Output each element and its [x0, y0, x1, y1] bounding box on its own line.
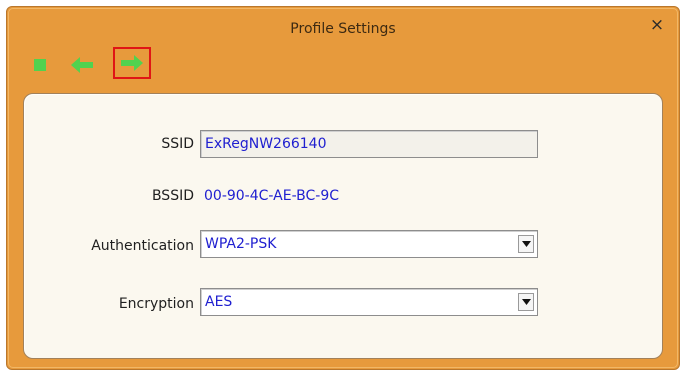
stop-button[interactable]: [25, 51, 55, 79]
authentication-label: Authentication: [91, 238, 194, 254]
bssid-value: 00-90-4C-AE-BC-9C: [204, 188, 340, 204]
close-button[interactable]: ×: [649, 17, 665, 34]
ssid-label: SSID: [161, 136, 194, 152]
settings-panel: SSID ExRegNW266140 BSSID 00-90-4C-AE-BC-…: [23, 93, 663, 359]
encryption-label: Encryption: [118, 296, 194, 312]
encryption-select[interactable]: AES: [200, 288, 538, 316]
encryption-value: AES: [205, 294, 233, 310]
arrow-right-icon: [121, 55, 143, 71]
arrow-left-icon: [71, 57, 93, 73]
authentication-select[interactable]: WPA2-PSK: [200, 230, 538, 258]
forward-button[interactable]: [113, 47, 151, 79]
stop-icon: [34, 59, 46, 71]
ssid-field[interactable]: ExRegNW266140: [200, 130, 538, 158]
profile-settings-window: Profile Settings × SSID ExRegNW266140 BS…: [6, 6, 680, 370]
authentication-value: WPA2-PSK: [205, 236, 277, 252]
back-button[interactable]: [67, 51, 97, 79]
chevron-down-icon[interactable]: [518, 293, 534, 311]
window-title: Profile Settings: [290, 21, 396, 37]
bssid-label: BSSID: [151, 188, 194, 204]
chevron-down-icon[interactable]: [518, 235, 534, 253]
